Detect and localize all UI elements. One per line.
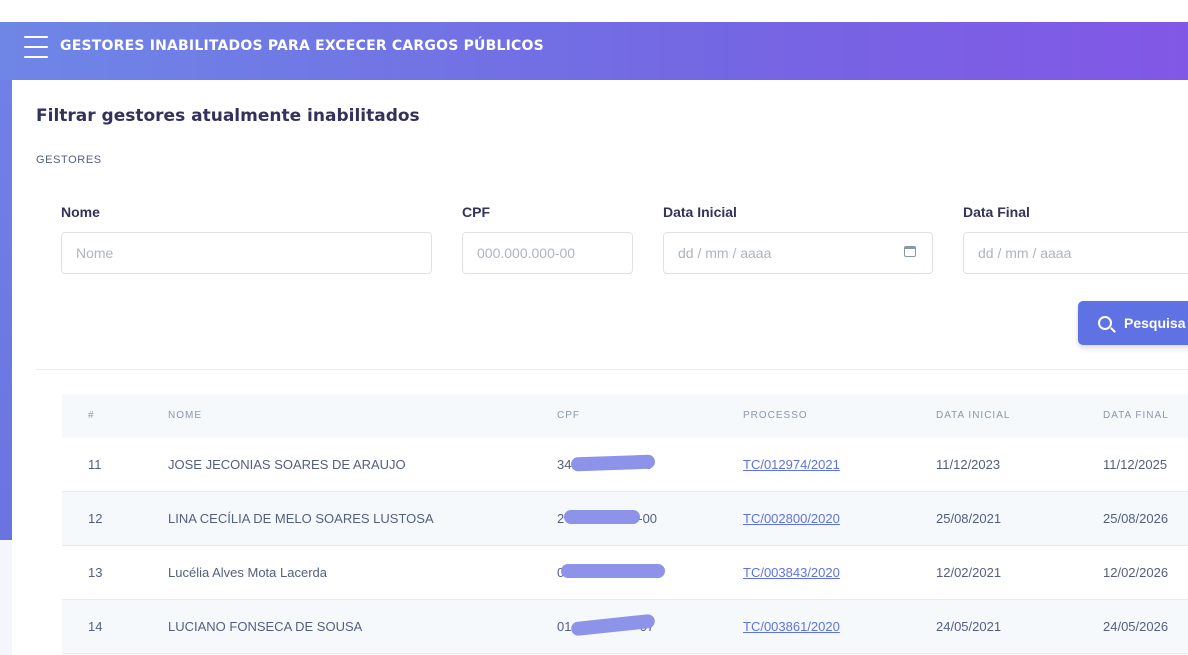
top-app-bar: GESTORES INABILITADOS PARA EXCECER CARGO… (0, 22, 1188, 80)
redaction-mark (570, 454, 656, 472)
sidebar-accent (0, 80, 12, 540)
row-index: 11 (88, 457, 102, 472)
row-cpf: 2 -00 (557, 510, 658, 526)
data-final-label: Data Final (963, 204, 1030, 220)
cpf-input[interactable]: 000.000.000-00 (462, 232, 633, 274)
row-data-final: 12/02/2026 (1103, 565, 1169, 580)
filter-card: Filtrar gestores atualmente inabilitados… (12, 80, 1188, 655)
table-row: 14 LUCIANO FONSECA DE SOUSA 01-07 TC/003… (62, 600, 1188, 654)
sidebar-lower (0, 540, 12, 655)
data-inicial-input[interactable]: dd / mm / aaaa (663, 232, 933, 274)
table-row: 12 LINA CECÍLIA DE MELO SOARES LUSTOSA 2… (62, 492, 1188, 546)
nome-label: Nome (61, 204, 100, 220)
row-cpf: 0 (557, 564, 665, 580)
data-inicial-placeholder: dd / mm / aaaa (678, 245, 772, 261)
section-label: GESTORES (36, 154, 102, 166)
table-row: 11 JOSE JECONIAS SOARES DE ARAUJO 34-00 … (62, 438, 1188, 492)
redaction-mark (561, 564, 665, 578)
row-data-final: 24/05/2026 (1103, 619, 1169, 634)
data-inicial-label: Data Inicial (663, 204, 737, 220)
data-final-input[interactable]: dd / mm / aaaa (963, 232, 1188, 274)
row-index: 14 (88, 619, 103, 634)
row-data-inicial: 11/12/2023 (936, 457, 1001, 472)
col-data-inicial: DATA INICIAL (936, 410, 1011, 421)
row-data-inicial: 24/05/2021 (936, 619, 1002, 634)
row-processo-link[interactable]: TC/002800/2020 (743, 511, 840, 526)
filter-title: Filtrar gestores atualmente inabilitados (36, 106, 420, 126)
row-cpf: 01-07 (557, 613, 656, 637)
cpf-suffix: -00 (638, 511, 658, 526)
row-index: 13 (88, 565, 103, 580)
row-data-inicial: 25/08/2021 (936, 511, 1002, 526)
row-nome: JOSE JECONIAS SOARES DE ARAUJO (168, 457, 406, 472)
row-data-final: 25/08/2026 (1103, 511, 1169, 526)
nome-input[interactable]: Nome (61, 232, 432, 274)
row-cpf: 34-00 (557, 454, 656, 472)
cpf-prefix: 2 (557, 511, 565, 526)
col-index: # (88, 410, 95, 421)
redaction-mark (564, 510, 640, 524)
row-index: 12 (88, 511, 103, 526)
row-processo-link[interactable]: TC/003861/2020 (743, 619, 840, 634)
col-nome: NOME (168, 410, 202, 421)
col-processo: PROCESSO (743, 410, 808, 421)
hamburger-menu-icon[interactable] (24, 36, 48, 58)
row-processo-link[interactable]: TC/003843/2020 (743, 565, 840, 580)
row-data-final: 11/12/2025 (1103, 457, 1168, 472)
row-nome: Lucélia Alves Mota Lacerda (168, 565, 327, 580)
row-nome: LINA CECÍLIA DE MELO SOARES LUSTOSA (168, 511, 434, 526)
page-title: GESTORES INABILITADOS PARA EXCECER CARGO… (60, 38, 544, 54)
row-nome: LUCIANO FONSECA DE SOUSA (168, 619, 363, 634)
col-data-final: DATA FINAL (1103, 410, 1169, 421)
col-cpf: CPF (557, 410, 580, 421)
row-processo-link[interactable]: TC/012974/2021 (743, 457, 840, 472)
row-data-inicial: 12/02/2021 (936, 565, 1002, 580)
cpf-prefix: 01 (557, 619, 572, 634)
table-row: 13 Lucélia Alves Mota Lacerda 0 TC/00384… (62, 546, 1188, 600)
cpf-label: CPF (462, 204, 490, 220)
divider (36, 369, 1188, 370)
table-header: # NOME CPF PROCESSO DATA INICIAL DATA FI… (62, 394, 1188, 438)
search-button[interactable]: Pesquisa (1078, 301, 1188, 345)
search-icon (1098, 316, 1112, 330)
search-button-label: Pesquisa (1124, 315, 1186, 331)
calendar-icon[interactable] (904, 246, 916, 257)
cpf-prefix: 34 (557, 457, 572, 472)
